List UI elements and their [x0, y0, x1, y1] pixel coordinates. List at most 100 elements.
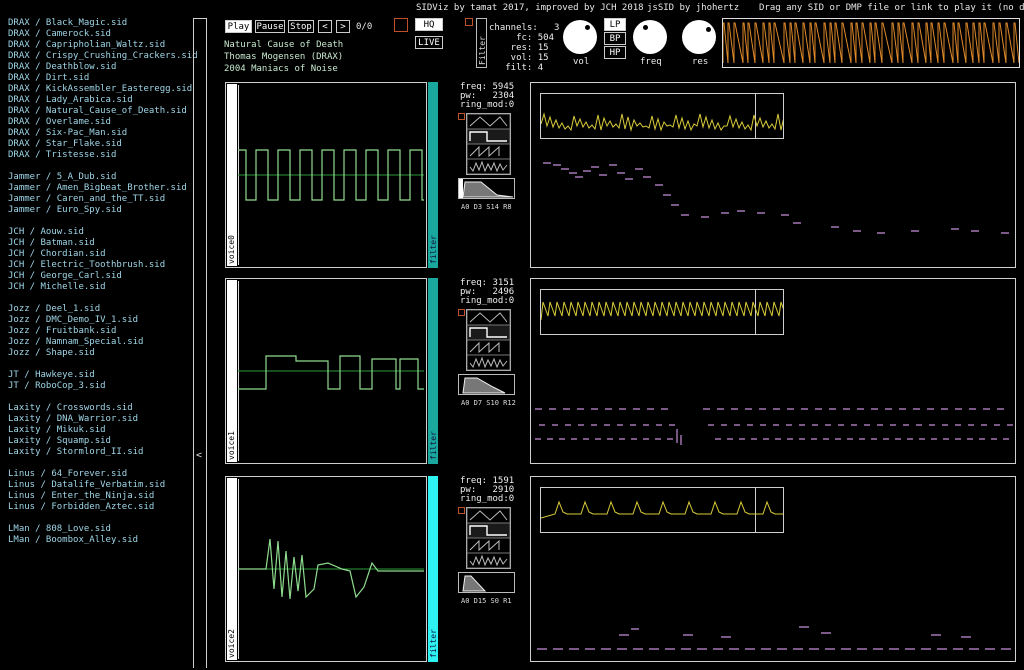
master-oscilloscope: [722, 18, 1020, 68]
song-link[interactable]: DRAX / Capripholian_Waltz.sid: [0, 40, 190, 51]
voice-filter-label: filter: [429, 235, 438, 264]
song-link[interactable]: Linus / Enter_the_Ninja.sid: [0, 491, 190, 502]
song-link[interactable]: JCH / Electric_Toothbrush.sid: [0, 260, 190, 271]
song-link[interactable]: Jammer / Caren_and_the_TT.sid: [0, 194, 190, 205]
voice-label: voice1: [227, 431, 236, 460]
resonance-knob[interactable]: [682, 20, 716, 54]
waveform-selector[interactable]: [466, 309, 511, 371]
song-link[interactable]: DRAX / Dirt.sid: [0, 73, 190, 84]
voice-stats: freq: 5945 pw: 2304 ring_mod:0: [460, 82, 515, 110]
voice-note-display: [530, 476, 1016, 662]
bandpass-button[interactable]: BP: [604, 32, 626, 45]
filter-label-box: Filter: [476, 18, 487, 68]
voice-filter-label: filter: [429, 629, 438, 658]
song-link[interactable]: Jozz / Deel_1.sid: [0, 304, 190, 315]
frequency-knob-label: freq: [640, 57, 662, 67]
song-link[interactable]: Laxity / Mikuk.sid: [0, 425, 190, 436]
song-link[interactable]: DRAX / KickAssembler_Easteregg.sid: [0, 84, 192, 95]
song-link[interactable]: JCH / George_Carl.sid: [0, 271, 190, 282]
adsr-shape: [462, 377, 506, 394]
song-link[interactable]: JCH / Aouw.sid: [0, 227, 190, 238]
song-link[interactable]: LMan / 808_Love.sid: [0, 524, 190, 535]
voice-label-strip: voice1: [227, 280, 237, 462]
voice-stats: freq: 3151 pw: 2496 ring_mod:0: [460, 278, 515, 306]
sidebar-toggle-rail[interactable]: [193, 18, 207, 668]
waveform-selector[interactable]: [466, 113, 511, 175]
voice-scope: voice0: [225, 82, 427, 268]
resonance-knob-label: res: [692, 57, 709, 67]
voice-scope: voice1: [225, 278, 427, 464]
song-link[interactable]: DRAX / Deathblow.sid: [0, 62, 190, 73]
adsr-shape: [459, 179, 514, 198]
adsr-values: A0 D3 S14 R8: [461, 203, 512, 211]
voice-filter-toggle[interactable]: filter: [428, 82, 438, 268]
jssid-credit: jsSID by jhohertz: [647, 3, 740, 13]
next-track-button[interactable]: >: [336, 20, 350, 33]
waveform-icons: [467, 508, 510, 568]
prev-track-button[interactable]: <: [318, 20, 332, 33]
voice-filter-toggle[interactable]: filter: [428, 278, 438, 464]
song-link[interactable]: DRAX / Black_Magic.sid: [0, 18, 190, 29]
song-link[interactable]: Laxity / DNA_Warrior.sid: [0, 414, 190, 425]
song-link[interactable]: DRAX / Star_Flake.sid: [0, 139, 190, 150]
voice-stats: freq: 1591 pw: 2910 ring_mod:0: [460, 476, 515, 504]
hq-button[interactable]: HQ: [415, 18, 443, 31]
song-link[interactable]: DRAX / Overlame.sid: [0, 117, 190, 128]
song-link[interactable]: DRAX / Six-Pac_Man.sid: [0, 128, 190, 139]
song-link[interactable]: Laxity / Stormlord_II.sid: [0, 447, 190, 458]
live-button[interactable]: LIVE: [415, 36, 443, 49]
stop-button[interactable]: Stop: [288, 20, 314, 33]
song-link[interactable]: LMan / Boombox_Alley.sid: [0, 535, 190, 546]
highpass-button[interactable]: HP: [604, 46, 626, 59]
song-link[interactable]: DRAX / Crispy_Crushing_Crackers.sid: [0, 51, 198, 62]
voice-note-display: [530, 278, 1016, 464]
master-waveform: [723, 22, 1019, 64]
song-link[interactable]: Laxity / Squamp.sid: [0, 436, 190, 447]
song-link[interactable]: JCH / Michelle.sid: [0, 282, 190, 293]
song-link[interactable]: Linus / 64_Forever.sid: [0, 469, 190, 480]
voice-filter-label: filter: [429, 431, 438, 460]
waveform-selector[interactable]: [466, 507, 511, 569]
voice-waveform: [238, 538, 424, 600]
voice-scope: voice2: [225, 476, 427, 662]
voice-mute-checkbox[interactable]: [458, 309, 465, 316]
song-link[interactable]: Jozz / Fruitbank.sid: [0, 326, 190, 337]
song-link[interactable]: Jozz / DMC_Demo_IV_1.sid: [0, 315, 190, 326]
note-roll: [543, 162, 1009, 234]
song-title: Natural Cause of Death: [224, 40, 344, 50]
voice-filter-toggle[interactable]: filter: [428, 476, 438, 662]
song-link[interactable]: DRAX / Natural_Cause_of_Death.sid: [0, 106, 190, 117]
song-link[interactable]: Jammer / Euro_Spy.sid: [0, 205, 190, 216]
song-link[interactable]: DRAX / Lady_Arabica.sid: [0, 95, 190, 106]
song-link[interactable]: DRAX / Tristesse.sid: [0, 150, 190, 161]
volume-knob-label: vol: [573, 57, 590, 67]
song-link[interactable]: Jozz / Namnam_Special.sid: [0, 337, 190, 348]
voice-waveform: [238, 149, 424, 201]
filter-checkbox[interactable]: [465, 18, 473, 26]
song-link[interactable]: JT / Hawkeye.sid: [0, 370, 190, 381]
waveform-icons: [467, 310, 510, 370]
song-link[interactable]: Jammer / Amen_Bigbeat_Brother.sid: [0, 183, 190, 194]
song-link[interactable]: Jammer / 5_A_Dub.sid: [0, 172, 190, 183]
song-link[interactable]: Linus / Datalife_Verbatim.sid: [0, 480, 190, 491]
song-link[interactable]: JT / RoboCop_3.sid: [0, 381, 190, 392]
frequency-knob[interactable]: [633, 20, 667, 54]
song-link[interactable]: JCH / Batman.sid: [0, 238, 190, 249]
song-link[interactable]: Laxity / Crosswords.sid: [0, 403, 190, 414]
volume-knob[interactable]: [563, 20, 597, 54]
song-link[interactable]: Jozz / Shape.sid: [0, 348, 190, 359]
play-button[interactable]: Play: [225, 20, 252, 33]
note-roll: [535, 408, 1013, 445]
song-link[interactable]: JCH / Chordian.sid: [0, 249, 190, 260]
hq-checkbox[interactable]: [394, 18, 408, 32]
song-link[interactable]: Linus / Forbidden_Aztec.sid: [0, 502, 190, 513]
voice-label-strip: voice0: [227, 84, 237, 266]
voice-mute-checkbox[interactable]: [458, 507, 465, 514]
pause-button[interactable]: Pause: [255, 20, 285, 33]
lowpass-button[interactable]: LP: [604, 18, 626, 31]
adsr-envelope: [458, 572, 515, 593]
voice-mute-checkbox[interactable]: [458, 113, 465, 120]
voice-note-display: [530, 82, 1016, 268]
collapse-sidebar-button[interactable]: <: [196, 450, 202, 461]
song-link[interactable]: DRAX / Camerock.sid: [0, 29, 190, 40]
